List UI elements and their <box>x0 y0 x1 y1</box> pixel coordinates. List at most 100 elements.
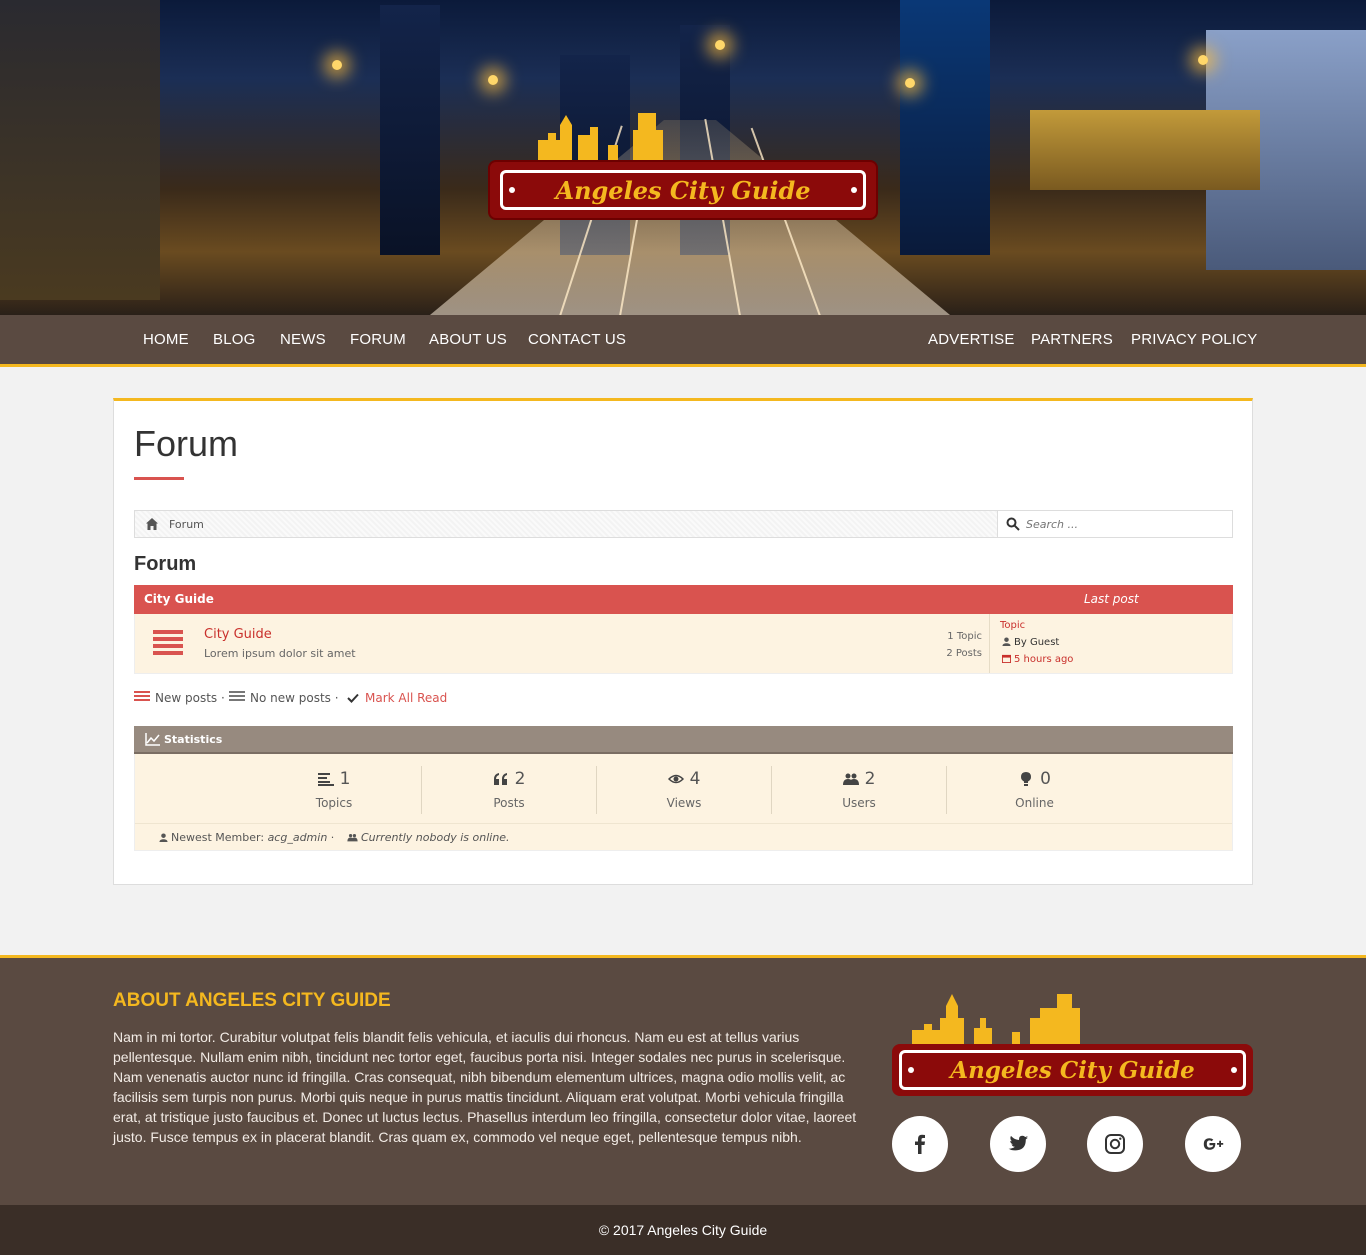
stat-value: 2 <box>514 769 526 789</box>
user-icon <box>1002 637 1011 646</box>
logo-dot <box>1231 1067 1237 1073</box>
instagram-icon <box>1105 1134 1125 1154</box>
forum-description: Lorem ipsum dolor sit amet <box>204 647 356 660</box>
logo-dot <box>509 187 515 193</box>
breadcrumb-forum-link[interactable]: Forum <box>169 518 204 531</box>
forum-last-post: Topic By Guest 5 hours ago <box>989 614 1233 673</box>
stat-value: 2 <box>864 769 876 789</box>
logo-text: Angeles City Guide <box>555 175 811 205</box>
banner-billboard <box>1030 110 1260 190</box>
nav-home[interactable]: HOME <box>143 331 189 348</box>
stat-value: 1 <box>339 769 351 789</box>
stat-label: Online <box>1015 796 1054 810</box>
quote-icon <box>493 773 507 785</box>
site-footer: ABOUT ANGELES CITY GUIDE Nam in mi torto… <box>0 955 1366 1205</box>
logo-dot <box>908 1067 914 1073</box>
twitter-icon <box>1008 1135 1028 1151</box>
forum-heading: Forum <box>134 553 197 575</box>
forum-row: City Guide Lorem ipsum dolor sit amet 1 … <box>134 614 1233 674</box>
forum-post-count: 2 Posts <box>946 648 982 659</box>
copyright-bar: © 2017 Angeles City Guide <box>0 1205 1366 1255</box>
search-icon[interactable] <box>1006 517 1020 531</box>
stat-label: Topics <box>315 796 353 810</box>
user-icon <box>159 833 168 842</box>
skyline-icon <box>912 994 1080 1046</box>
users-icon <box>347 833 358 842</box>
statistics-title: Statistics <box>164 733 223 746</box>
last-post-time[interactable]: 5 hours ago <box>1002 654 1073 665</box>
banner-tower <box>900 0 990 255</box>
last-post-by-prefix: By <box>1014 637 1027 648</box>
main-navigation: HOME BLOG NEWS FORUM ABOUT US CONTACT US… <box>0 315 1366 367</box>
forum-unread-icon <box>153 630 183 656</box>
lightbulb-icon <box>1021 772 1032 786</box>
nav-partners[interactable]: PARTNERS <box>1031 331 1113 348</box>
stat-label: Views <box>666 796 702 810</box>
newest-member-name[interactable]: acg_admin <box>268 831 328 844</box>
site-logo[interactable]: Angeles City Guide <box>488 105 878 220</box>
category-header: City Guide Last post <box>134 585 1233 614</box>
logo-frame: Angeles City Guide <box>500 170 866 210</box>
chart-icon <box>145 733 160 746</box>
stat-views: 4 Views <box>597 766 772 814</box>
checkmark-icon <box>347 693 359 703</box>
stat-posts: 2 Posts <box>422 766 597 814</box>
logo-dot <box>851 187 857 193</box>
street-lamp <box>1198 55 1208 65</box>
nav-privacy-policy[interactable]: PRIVACY POLICY <box>1131 331 1257 348</box>
search-input[interactable] <box>1026 515 1226 533</box>
last-post-header: Last post <box>1084 592 1139 606</box>
forum-title-link[interactable]: City Guide <box>204 627 272 642</box>
users-icon <box>842 773 859 785</box>
google-plus-button[interactable] <box>1185 1116 1241 1172</box>
instagram-button[interactable] <box>1087 1116 1143 1172</box>
new-posts-icon <box>134 691 150 703</box>
forum-search <box>997 511 1232 537</box>
stat-label: Posts <box>493 796 525 810</box>
category-name[interactable]: City Guide <box>144 592 214 606</box>
forum-counts: 1 Topic 2 Posts <box>946 628 982 662</box>
statistics-footer: Newest Member: acg_admin · Currently nob… <box>135 823 1232 850</box>
stat-users: 2 Users <box>772 766 947 814</box>
stat-value: 4 <box>689 769 701 789</box>
last-post-author: By Guest <box>1002 637 1059 648</box>
nav-forum[interactable]: FORUM <box>350 331 406 348</box>
stat-topics: 1 Topics <box>247 766 422 814</box>
banner-building-left <box>0 0 160 300</box>
title-underline <box>134 477 184 480</box>
nav-advertise[interactable]: ADVERTISE <box>928 331 1015 348</box>
logo-frame: Angeles City Guide <box>899 1050 1246 1090</box>
forum-topic-count: 1 Topic <box>947 631 982 642</box>
home-icon[interactable] <box>145 517 159 531</box>
nav-news[interactable]: NEWS <box>280 331 326 348</box>
banner-tower <box>380 5 440 255</box>
facebook-button[interactable] <box>892 1116 948 1172</box>
google-plus-icon <box>1203 1138 1224 1150</box>
no-new-posts-icon <box>229 691 245 703</box>
mark-all-read-link[interactable]: Mark All Read <box>347 691 447 705</box>
street-lamp <box>905 78 915 88</box>
legend-no-new-posts: No new posts · <box>229 691 339 705</box>
footer-logo-badge: Angeles City Guide <box>892 1044 1253 1096</box>
logo-badge: Angeles City Guide <box>488 160 878 220</box>
facebook-icon <box>915 1134 925 1154</box>
nav-about-us[interactable]: ABOUT US <box>429 331 507 348</box>
nav-blog[interactable]: BLOG <box>213 331 255 348</box>
header-banner: Angeles City Guide <box>0 0 1366 315</box>
stat-online: 0 Online <box>947 766 1122 814</box>
skyline-icon <box>538 113 663 160</box>
online-status: Currently nobody is online. <box>347 831 510 844</box>
nav-contact-us[interactable]: CONTACT US <box>528 331 626 348</box>
calendar-icon <box>1002 654 1011 663</box>
footer-logo[interactable]: Angeles City Guide <box>892 988 1254 1098</box>
footer-about-text: Nam in mi tortor. Curabitur volutpat fel… <box>113 1029 857 1145</box>
last-post-topic-link[interactable]: Topic <box>1000 620 1025 631</box>
twitter-button[interactable] <box>990 1116 1046 1172</box>
content-card: Forum Forum Forum City Guide Last post C… <box>113 398 1253 885</box>
copyright-text: © 2017 Angeles City Guide <box>598 1222 768 1238</box>
footer-title: ABOUT ANGELES CITY GUIDE <box>113 990 391 1011</box>
breadcrumb: Forum <box>134 510 1233 538</box>
stat-value: 0 <box>1040 769 1051 789</box>
statistics-body: 1 Topics 2 Posts 4 Views 2 Users 0 Onlin… <box>134 754 1233 851</box>
street-lamp <box>715 40 725 50</box>
